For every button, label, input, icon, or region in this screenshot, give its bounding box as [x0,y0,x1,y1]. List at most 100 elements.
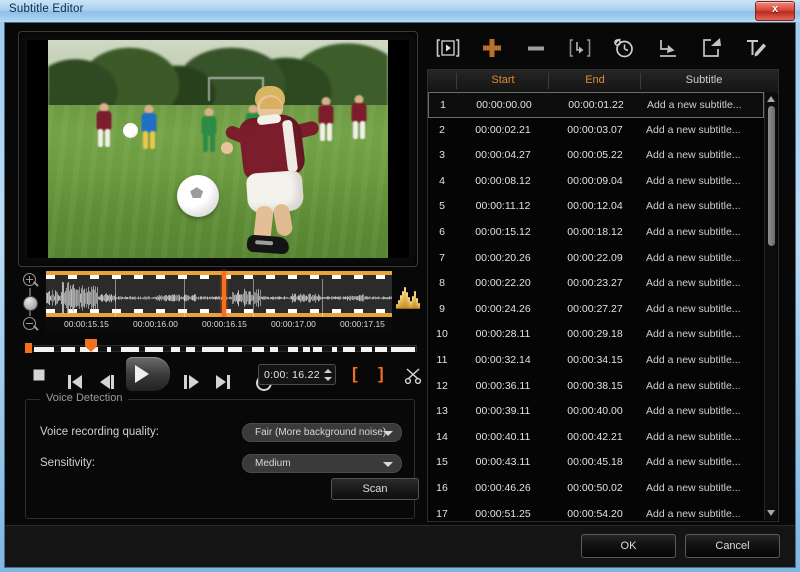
mark-in-button[interactable]: [ [352,365,358,383]
cancel-button[interactable]: Cancel [685,534,780,558]
row-index: 11 [436,354,448,366]
play-selected-icon[interactable] [433,33,463,63]
chevron-down-icon [383,462,393,467]
ruler-tick: 00:00:16.15 [202,319,247,329]
row-subtitle[interactable]: Add a new subtitle... [646,175,741,187]
row-index: 10 [436,328,448,341]
import-subtitle-icon[interactable] [653,33,683,63]
row-subtitle[interactable]: Add a new subtitle... [646,328,741,340]
export-subtitle-icon[interactable] [697,33,727,63]
row-index: 6 [439,226,445,238]
edit-text-icon[interactable] [741,33,771,63]
timing-clock-icon[interactable] [609,33,639,63]
scroll-down-icon[interactable] [767,510,775,516]
row-start: 00:00:39.11 [475,405,531,418]
row-subtitle[interactable]: Add a new subtitle... [646,277,741,289]
scrub-start-marker[interactable] [25,343,32,353]
row-index: 13 [436,405,448,418]
table-row[interactable]: 6 00:00:15.12 00:00:18.12 Add a new subtitl… [428,220,764,246]
table-row[interactable]: 7 00:00:20.26 00:00:22.09 Add a new subtitl… [428,246,764,272]
remove-subtitle-icon[interactable] [521,33,551,63]
row-index: 15 [436,456,448,469]
row-end: 00:00:03.07 [567,123,623,136]
zoom-out-icon[interactable] [23,317,36,330]
subtitle-editor-window: Subtitle Editor x 00:00:15.15 00:00:16.0… [0,0,800,572]
add-subtitle-icon[interactable] [477,33,507,63]
table-row[interactable]: 2 00:00:02.21 00:00:03.07 Add a new subtitl… [428,118,764,144]
row-subtitle[interactable]: Add a new subtitle... [646,482,741,494]
step-forward-button[interactable] [178,363,206,389]
previous-button[interactable] [60,363,88,389]
row-end: 00:00:01.22 [568,99,624,111]
row-index: 9 [439,302,445,315]
table-row[interactable]: 10 00:00:28.11 00:00:29.18 Add a new subtit… [428,322,764,348]
table-row[interactable]: 17 00:00:51.25 00:00:54.20 Add a new subtit… [428,502,764,521]
row-subtitle[interactable]: Add a new subtitle... [646,431,741,443]
column-header-end[interactable]: End [550,74,640,86]
table-row[interactable]: 11 00:00:32.14 00:00:34.15 Add a new subtit… [428,348,764,374]
right-pane: Start End Subtitle 1 00:00:00.00 00:00:01.… [427,27,789,524]
column-header-subtitle[interactable]: Subtitle [642,74,766,86]
table-row[interactable]: 9 00:00:24.26 00:00:27.27 Add a new subtitl… [428,297,764,323]
table-row[interactable]: 4 00:00:08.12 00:00:09.04 Add a new subtitl… [428,169,764,195]
row-subtitle[interactable]: Add a new subtitle... [646,252,741,264]
play-button[interactable] [126,357,170,391]
waveform-display[interactable]: 00:00:15.15 00:00:16.00 00:00:16.15 00:0… [46,271,392,333]
row-subtitle[interactable]: Add a new subtitle... [646,124,741,136]
stop-button[interactable] [26,363,52,387]
zoom-slider-knob[interactable] [23,296,38,311]
timecode-field[interactable]: 0:00: 16.22 [258,364,336,385]
close-button[interactable]: x [755,1,795,21]
video-screen[interactable] [27,40,409,258]
sensitivity-dropdown[interactable]: Medium [242,454,402,473]
table-row[interactable]: 12 00:00:36.11 00:00:38.15 Add a new subtit… [428,374,764,400]
row-subtitle[interactable]: Add a new subtitle... [646,456,741,468]
table-scrollbar[interactable] [764,92,777,520]
audio-waveform-icon[interactable] [396,287,420,311]
table-row[interactable]: 1 00:00:00.00 00:00:01.22 Add a new subtitl… [428,92,764,118]
table-row[interactable]: 14 00:00:40.11 00:00:42.21 Add a new subtit… [428,425,764,451]
row-subtitle[interactable]: Add a new subtitle... [646,303,741,315]
table-row[interactable]: 16 00:00:46.26 00:00:50.02 Add a new subtit… [428,476,764,502]
table-row[interactable]: 15 00:00:43.11 00:00:45.18 Add a new subtit… [428,450,764,476]
waveform-playhead[interactable] [222,271,226,317]
table-row[interactable]: 5 00:00:11.12 00:00:12.04 Add a new subtitl… [428,194,764,220]
scan-label: Scan [362,483,388,495]
step-backward-button[interactable] [92,363,120,389]
column-header-start[interactable]: Start [458,74,548,86]
row-subtitle[interactable]: Add a new subtitle... [646,354,741,366]
table-row[interactable]: 8 00:00:22.20 00:00:23.27 Add a new subtitl… [428,271,764,297]
row-index: 7 [439,251,445,264]
row-subtitle[interactable]: Add a new subtitle... [646,226,741,238]
scroll-up-icon[interactable] [767,96,775,102]
timecode-spinner[interactable] [324,368,332,382]
voice-quality-dropdown[interactable]: Fair (More background noise) [242,423,402,442]
sensitivity-label: Sensitivity: [40,457,95,469]
row-start: 00:00:51.25 [475,507,531,520]
zoom-in-icon[interactable] [23,273,36,286]
row-end: 00:00:34.15 [567,354,623,366]
row-start: 00:00:20.26 [475,251,531,264]
table-row[interactable]: 13 00:00:39.11 00:00:40.00 Add a new subtit… [428,399,764,425]
row-subtitle[interactable]: Add a new subtitle... [647,99,742,111]
mark-out-button[interactable]: ] [378,365,384,383]
close-icon: x [771,3,779,15]
split-subtitle-icon[interactable] [565,33,595,63]
scan-button[interactable]: Scan [331,478,419,500]
timeline-ruler: 00:00:15.15 00:00:16.00 00:00:16.15 00:0… [46,317,392,333]
row-subtitle[interactable]: Add a new subtitle... [646,405,741,417]
row-subtitle[interactable]: Add a new subtitle... [646,149,741,161]
ok-button[interactable]: OK [581,534,676,558]
row-subtitle[interactable]: Add a new subtitle... [646,380,741,392]
next-button[interactable] [210,363,238,389]
scissors-icon[interactable] [404,367,422,385]
voice-detection-group: Voice Detection Voice recording quality:… [25,392,419,519]
table-row[interactable]: 3 00:00:04.27 00:00:05.22 Add a new subtitl… [428,143,764,169]
waveform-clip[interactable] [46,271,392,317]
row-subtitle[interactable]: Add a new subtitle... [646,200,741,212]
scrollbar-thumb[interactable] [767,106,775,246]
dialog-footer: OK Cancel [5,525,795,567]
row-subtitle[interactable]: Add a new subtitle... [646,508,741,520]
row-start: 00:00:04.27 [475,149,531,162]
scrub-bar[interactable] [25,339,417,355]
